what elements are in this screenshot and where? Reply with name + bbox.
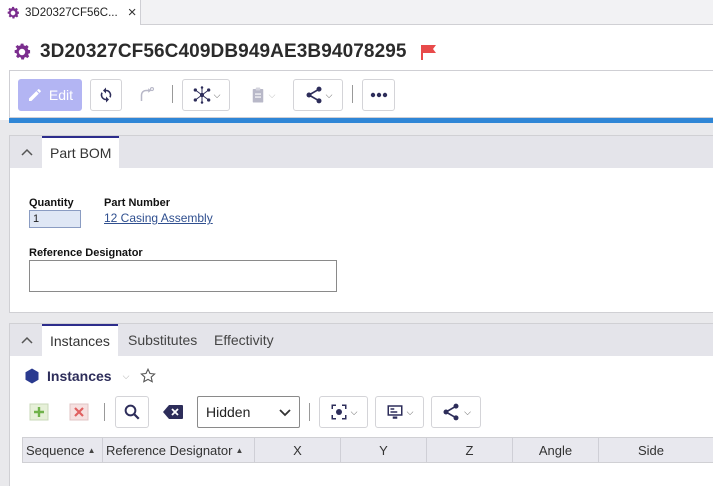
unclaim-button[interactable] [130,79,162,111]
chevron-down-icon[interactable]: ⌵ [123,371,130,382]
gear-icon [7,6,20,18]
column-label: Side [637,442,665,458]
chevron-down-icon: ⌵ [464,406,471,417]
title-row: 3D20327CF56C409DB949AE3B94078295 [11,39,438,65]
search-button[interactable] [115,396,149,428]
toolbar-accent-line [9,118,713,123]
flag-icon[interactable] [420,44,438,60]
target-icon [331,404,347,420]
more-icon [370,92,387,98]
toolbar-divider [172,85,173,103]
tab-part-bom[interactable]: Part BOM [42,136,120,168]
share-icon [306,86,322,104]
column-header-angle[interactable]: Angle [513,438,599,462]
tab-label: Effectivity [214,332,274,348]
instances-panel: Instances Substitutes Effectivity Instan… [9,323,713,486]
page-title: 3D20327CF56C409DB949AE3B94078295 [40,41,407,62]
refresh-icon [100,87,112,103]
tab-effectivity[interactable]: Effectivity [206,324,282,356]
pick-menu-button[interactable]: ⌵ [319,396,368,428]
more-actions-button[interactable] [362,79,395,111]
sort-asc-icon: ▲ [87,445,96,455]
close-icon[interactable]: × [128,5,137,20]
toolbar-divider [309,403,310,421]
edit-label: Edit [48,87,73,103]
tab-label: Part BOM [50,145,112,161]
share-icon [443,403,459,421]
view-mode-value: Hidden [206,404,251,420]
clipboard-menu-button[interactable]: ⌵ [238,79,286,111]
toolbar-divider [104,403,105,421]
add-row-icon [29,403,49,421]
quantity-label: Quantity [29,197,74,209]
part-bom-panel: Part BOM Quantity 1 Part Number 12 Casin… [9,135,713,313]
part-bom-panel-header: Part BOM [10,136,713,168]
item-toolbar: Edit ⌵ ⌵ ⌵ [9,70,713,118]
column-header-y[interactable]: Y [341,438,427,462]
gear-icon [14,43,31,60]
column-header-sequence[interactable]: Sequence ▲ [23,438,103,462]
structure-menu-button[interactable]: ⌵ [182,79,230,111]
add-row-button[interactable] [22,396,56,428]
column-label: X [293,442,302,458]
chevron-down-icon: ⌵ [406,406,414,417]
view-mode-select[interactable]: Hidden [197,396,300,428]
chevron-down-icon: ⌵ [213,89,221,100]
tab-label: Substitutes [128,332,198,348]
edit-button[interactable]: Edit [18,79,82,111]
sort-asc-icon: ▲ [235,445,244,455]
reference-designator-field[interactable] [29,260,337,292]
document-tab[interactable]: 3D20327CF56C... × [0,0,141,25]
delete-row-button[interactable] [62,396,96,428]
tab-substitutes[interactable]: Substitutes [120,324,205,356]
hexagon-icon [25,368,39,384]
clear-search-button[interactable] [156,396,190,428]
toolbar-divider [352,85,353,103]
column-label: Reference Designator [106,442,233,458]
monitor-icon [387,405,403,419]
chevron-down-icon [279,409,291,417]
document-tab-title: 3D20327CF56C... [25,6,118,19]
instances-title-row: Instances ⌵ [24,368,157,384]
display-menu-button[interactable]: ⌵ [375,396,424,428]
refresh-button[interactable] [90,79,122,111]
chevron-up-icon[interactable] [20,145,34,159]
instances-title: Instances [47,368,112,384]
unclaim-icon [140,86,155,101]
tab-instances[interactable]: Instances [42,324,118,356]
instances-panel-header: Instances Substitutes Effectivity [10,324,713,356]
item-header: 3D20327CF56C409DB949AE3B94078295 Edit ⌵ … [0,25,713,120]
part-number-label: Part Number [104,197,171,209]
backspace-icon [163,405,183,419]
chevron-down-icon: ⌵ [350,406,358,417]
chevron-down-icon: ⌵ [268,89,276,100]
chevron-up-icon[interactable] [20,333,34,347]
chevron-down-icon: ⌵ [325,89,333,100]
column-header-reference-designator[interactable]: Reference Designator ▲ [103,438,255,462]
column-header-z[interactable]: Z [427,438,513,462]
column-label: Sequence [26,442,85,458]
column-label: Y [379,442,388,458]
reference-designator-label: Reference Designator [29,247,143,259]
column-header-x[interactable]: X [255,438,341,462]
star-icon[interactable] [140,368,157,384]
tab-label: Instances [50,333,110,349]
column-label: Angle [538,442,573,458]
share-menu-button[interactable]: ⌵ [431,396,481,428]
network-icon [193,86,210,104]
part-number-link[interactable]: 12 Casing Assembly [104,211,213,225]
column-header-side[interactable]: Side [599,438,703,462]
share-menu-button[interactable]: ⌵ [293,79,343,111]
delete-row-icon [69,403,89,421]
quantity-field[interactable]: 1 [29,210,81,228]
clipboard-icon [252,87,263,103]
search-icon [124,404,140,420]
pencil-icon [28,89,41,101]
document-tab-bar: 3D20327CF56C... × [0,0,713,25]
column-label: Z [465,442,474,458]
instances-grid-header: Sequence ▲ Reference Designator ▲ X Y Z … [22,437,713,463]
